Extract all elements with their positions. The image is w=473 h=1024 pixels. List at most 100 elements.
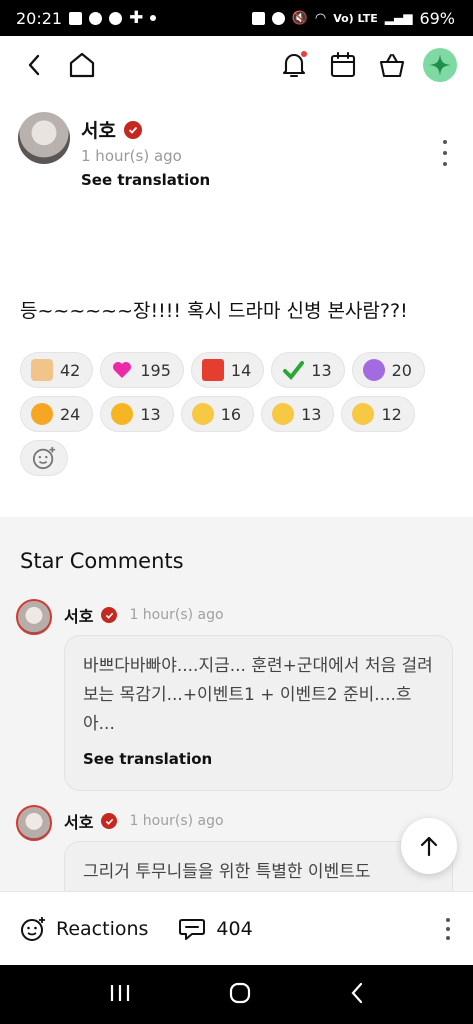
comment-item: 서호 1 hour(s) ago 바쁘다바빠야....지금... 훈련+군대에서…: [16, 599, 453, 791]
author-avatar[interactable]: [18, 112, 70, 164]
crying-face-icon: [111, 403, 134, 425]
chevron-left-icon: [28, 54, 40, 76]
plus-icon: ✚: [129, 8, 144, 28]
post-time: 1 hour(s) ago: [81, 147, 182, 165]
reactions-label: Reactions: [56, 917, 149, 940]
reaction-chip[interactable]: 13: [100, 396, 174, 432]
more-options-icon[interactable]: [443, 917, 453, 940]
line-app-icon: [89, 11, 103, 25]
comment-author: 서호 1 hour(s) ago: [64, 809, 224, 833]
calendar-button[interactable]: [325, 47, 361, 83]
reaction-count: 24: [60, 404, 81, 424]
verified-badge-icon: [101, 607, 118, 623]
verified-badge-icon: [123, 120, 142, 139]
recent-apps-button[interactable]: [109, 983, 131, 1007]
comment-item: 서호 1 hour(s) ago 그리거 투무니들을 위한 특별한 이벤트도: [16, 805, 453, 891]
comments-button[interactable]: 404: [178, 916, 253, 942]
laughing-face-icon: [31, 403, 53, 425]
comment-time: 1 hour(s) ago: [129, 813, 224, 829]
post-action-bar: Reactions 404: [0, 891, 473, 965]
reaction-count: 14: [230, 360, 252, 380]
more-options-icon[interactable]: [439, 140, 451, 166]
post-author[interactable]: 서호: [81, 116, 142, 143]
comment-bubble: 바쁘다바빠야....지금... 훈련+군대에서 처음 걸려보는 목감기...+이…: [64, 635, 453, 791]
reaction-chip[interactable]: 24: [20, 396, 94, 432]
post-header: 서호 1 hour(s) ago See translation: [18, 110, 455, 200]
status-time: 20:21: [16, 8, 63, 28]
wifi-icon: ◠: [314, 10, 327, 26]
alarm-icon: [251, 11, 265, 25]
profile-avatar-button[interactable]: [423, 48, 457, 82]
network-label: Vo) LTE: [333, 11, 378, 25]
gallery-icon: [69, 11, 83, 25]
home-system-button[interactable]: [228, 981, 252, 1009]
reactions-button[interactable]: Reactions: [20, 916, 148, 942]
calendar-icon: [330, 51, 356, 78]
reaction-count: 42: [60, 360, 81, 380]
post-body: 등~~~~~~장!!!! 혹시 드라마 신병 본사람??!: [20, 300, 408, 322]
add-reaction-icon: [21, 916, 45, 941]
thumbs-up-icon: [31, 359, 53, 381]
see-translation-link[interactable]: See translation: [81, 171, 210, 189]
comments-count: 404: [216, 917, 253, 940]
reaction-chip[interactable]: 20: [351, 352, 425, 388]
arrow-up-icon: [420, 836, 438, 857]
signal-icon: ▂▄▆: [384, 11, 413, 25]
comment-avatar[interactable]: [16, 805, 52, 841]
battery-level: 69%: [419, 8, 455, 28]
back-button[interactable]: [16, 47, 52, 83]
scroll-to-top-button[interactable]: [401, 818, 457, 874]
reaction-chip[interactable]: 12: [341, 396, 415, 432]
notifications-button[interactable]: [276, 47, 312, 83]
reaction-count: 16: [220, 404, 242, 424]
shop-button[interactable]: [374, 47, 410, 83]
reaction-count: 12: [381, 404, 402, 424]
add-reaction-button[interactable]: [20, 440, 68, 476]
heart-icon: [111, 359, 133, 381]
chat-icon: [109, 11, 123, 25]
see-translation-link[interactable]: See translation: [83, 745, 434, 774]
clock-icon: [271, 11, 285, 25]
star-comments-title: Star Comments: [20, 549, 184, 573]
reaction-chip[interactable]: 13: [261, 396, 335, 432]
home-button[interactable]: [64, 47, 100, 83]
recent-apps-icon: [110, 984, 129, 1001]
back-system-button[interactable]: [349, 982, 365, 1008]
reaction-chip[interactable]: 16: [180, 396, 255, 432]
status-bar: 20:21 ✚ 🔇 ◠ Vo) LTE ▂▄▆ 69%: [0, 0, 473, 36]
reaction-chip[interactable]: 42: [20, 352, 94, 388]
heart-eyes-icon: [191, 403, 214, 425]
back-chevron-icon: [351, 982, 362, 1003]
comment-author: 서호 1 hour(s) ago: [64, 603, 224, 627]
comment-bubble-icon: [179, 918, 206, 940]
comment-avatar[interactable]: [16, 599, 52, 635]
verified-badge-icon: [101, 813, 118, 829]
comment-author-name[interactable]: 서호: [64, 603, 93, 627]
popcorn-icon: [201, 359, 224, 381]
flower-icon: [362, 359, 385, 381]
reaction-chips: 42 195 14 13 20 24 13 16 13 12: [20, 352, 460, 476]
comment-text: 그리거 투무니들을 위한 특별한 이벤트도: [83, 862, 371, 882]
notification-dot-icon: [150, 15, 157, 21]
reaction-chip[interactable]: 13: [271, 352, 345, 388]
add-reaction-icon: [32, 446, 56, 470]
reaction-count: 13: [140, 404, 161, 424]
home-circle-icon: [229, 982, 250, 1003]
shopping-bag-icon: [379, 53, 405, 78]
post-author-name: 서호: [81, 120, 116, 142]
top-nav: [0, 36, 473, 94]
reaction-chip[interactable]: 195: [100, 352, 184, 388]
checkmark-icon: [282, 359, 305, 381]
comment-text: 바쁘다바빠야....지금... 훈련+군대에서 처음 걸려보는 목감기...+이…: [83, 656, 433, 734]
reaction-count: 20: [391, 360, 412, 380]
bell-icon: [282, 51, 307, 78]
reaction-chip[interactable]: 14: [190, 352, 265, 388]
home-icon: [69, 52, 95, 78]
sparkle-icon: [429, 54, 451, 76]
mute-icon: 🔇: [291, 10, 308, 26]
sunglasses-face-icon: [352, 403, 375, 425]
reaction-count: 13: [301, 404, 322, 424]
comment-author-name[interactable]: 서호: [64, 809, 93, 833]
system-nav-bar: [0, 965, 473, 1024]
comment-bubble: 그리거 투무니들을 위한 특별한 이벤트도: [64, 841, 453, 891]
